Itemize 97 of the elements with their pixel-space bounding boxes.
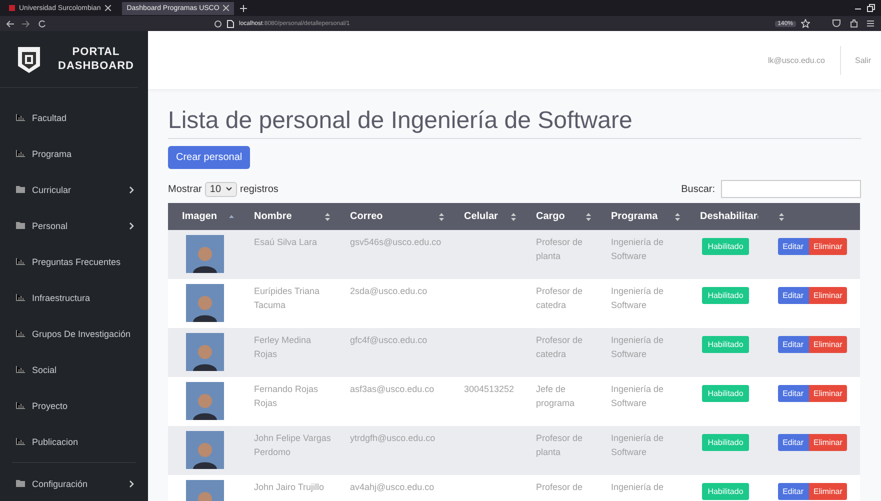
column-header[interactable]: Correo <box>336 203 450 230</box>
table-cell-text: ytrdgfh@usco.edu.co <box>350 432 436 445</box>
show-label: Mostrar <box>168 184 202 194</box>
table-cell-text: Esaú Silva Lara <box>254 236 318 249</box>
table-cell-text: Profesor de catedra <box>536 334 584 361</box>
sidebar-item[interactable]: Publicacion <box>0 424 148 460</box>
table-cell-text: gfc4f@usco.edu.co <box>350 334 428 347</box>
delete-button[interactable]: Eliminar <box>808 434 848 451</box>
sidebar-item[interactable]: Preguntas Frecuentes <box>0 244 148 280</box>
search-field[interactable] <box>721 180 861 198</box>
table-cell-text: Jefe de programa <box>536 383 576 410</box>
chart-icon <box>16 294 25 302</box>
sidebar-item[interactable]: Curricular <box>0 172 148 208</box>
chart-icon <box>16 258 25 266</box>
delete-button[interactable]: Eliminar <box>808 336 848 353</box>
edit-button[interactable]: Editar <box>778 483 808 500</box>
photo-placeholder <box>186 333 224 371</box>
brand-title: DASHBOARD <box>58 58 134 73</box>
records-label: registros <box>240 184 278 194</box>
folder-icon <box>16 222 25 230</box>
folder-icon <box>16 186 25 194</box>
chart-icon <box>16 438 25 446</box>
photo-placeholder <box>186 284 224 322</box>
search-label: Buscar: <box>681 184 715 194</box>
table-cell-text: John Jairo Trujillo <box>254 481 326 494</box>
sidebar-item[interactable]: Proyecto <box>0 388 148 424</box>
delete-button[interactable]: Eliminar <box>808 385 848 402</box>
column-header[interactable]: Deshabilitar <box>686 203 765 230</box>
chart-icon <box>16 402 25 410</box>
sidebar-item[interactable]: Configuración <box>0 466 148 501</box>
star-icon[interactable] <box>801 19 810 28</box>
table-cell-text: Ingeniería de Software <box>611 383 665 410</box>
table-cell-text: Profesor de planta <box>536 432 584 459</box>
table-cell-text: 3004513252 <box>464 383 516 396</box>
sidebar-item[interactable]: Social <box>0 352 148 388</box>
page-icon <box>227 20 234 28</box>
edit-button[interactable]: Editar <box>778 434 808 451</box>
table-cell-text: Ingeniería de Software <box>611 285 665 312</box>
chevron-right-icon <box>129 222 134 230</box>
delete-button[interactable]: Eliminar <box>808 483 848 500</box>
edit-button[interactable]: Editar <box>778 287 808 304</box>
table-cell-text: Profesor de catedra <box>536 285 584 312</box>
table-cell-text: Ferley Medina Rojas <box>254 334 312 361</box>
column-header[interactable]: Celular <box>450 203 522 230</box>
chart-icon <box>16 150 25 158</box>
edit-button[interactable]: Editar <box>778 336 808 353</box>
table-cell-text: Eurípides Triana Tacuma <box>254 285 321 312</box>
chart-icon <box>16 330 25 338</box>
table-cell-text: Ingeniería de Software <box>611 236 665 263</box>
table-cell-text: Fernando Rojas Rojas <box>254 383 320 410</box>
column-header[interactable]: Nombre <box>240 203 336 230</box>
chevron-down-icon <box>226 187 232 191</box>
table-cell-text: av4ahj@usco.edu.co <box>350 481 436 494</box>
table-cell-text: gsv546s@usco.edu.co <box>350 236 442 249</box>
chevron-right-icon <box>129 480 134 488</box>
extension-icon[interactable] <box>849 19 858 28</box>
column-header[interactable]: Cargo <box>522 203 597 230</box>
table-cell-text: John Felipe Vargas Perdomo <box>254 432 332 459</box>
edit-button[interactable]: Editar <box>778 238 808 255</box>
table-cell-text: Profesor de planta <box>536 236 584 263</box>
shield-icon <box>214 20 222 28</box>
delete-button[interactable]: Eliminar <box>808 287 848 304</box>
chart-icon <box>16 114 25 122</box>
close-icon[interactable] <box>223 5 230 11</box>
back-icon[interactable] <box>6 20 14 28</box>
chart-icon <box>16 366 25 374</box>
forward-icon[interactable] <box>22 20 30 28</box>
page-size-select[interactable]: 10 <box>204 182 238 196</box>
create-button[interactable]: Crear personal <box>168 146 250 169</box>
sidebar-item[interactable]: Facultad <box>0 100 148 136</box>
chevron-right-icon <box>129 186 134 194</box>
table-cell-text: 2sda@usco.edu.co <box>350 285 428 298</box>
page-title: Lista de personal de Ingeniería de Software <box>168 107 861 139</box>
table-cell-text: Ingeniería de Software <box>611 334 665 361</box>
photo-placeholder <box>186 431 224 469</box>
sidebar-item[interactable]: Grupos De Investigación <box>0 316 148 352</box>
edit-button[interactable]: Editar <box>778 385 808 402</box>
sidebar-item[interactable]: Infraestructura <box>0 280 148 316</box>
column-header[interactable]: Imagen <box>168 203 240 230</box>
folder-icon <box>16 480 25 488</box>
table-cell-text: Ingeniería de Software <box>611 432 665 459</box>
favicon-icon <box>9 5 15 11</box>
photo-placeholder <box>186 382 224 420</box>
sidebar-item[interactable]: Personal <box>0 208 148 244</box>
new-tab-icon[interactable] <box>240 4 248 12</box>
reload-icon[interactable] <box>38 20 46 28</box>
column-header[interactable]: Programa <box>597 203 686 230</box>
menu-icon[interactable] <box>866 19 875 28</box>
brand-title: PORTAL <box>72 44 120 59</box>
table-cell-text: Profesor de <box>536 481 584 494</box>
table-cell-text: asf3as@usco.edu.co <box>350 383 436 396</box>
sidebar-item[interactable]: Programa <box>0 136 148 172</box>
restore-icon[interactable] <box>867 4 875 12</box>
table-cell-text: Ingeniería de <box>611 481 665 494</box>
photo-placeholder <box>186 235 224 273</box>
close-icon[interactable] <box>104 5 111 11</box>
delete-button[interactable]: Eliminar <box>808 238 848 255</box>
